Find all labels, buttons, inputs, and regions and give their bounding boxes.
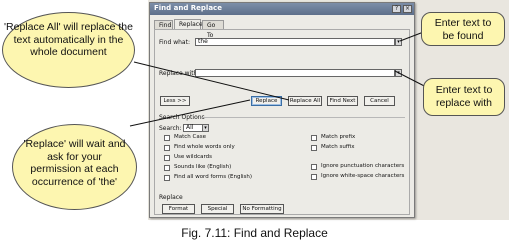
replace-with-callout: Enter text to replace with xyxy=(423,78,505,116)
replace-all-callout: 'Replace All' will replace the text auto… xyxy=(2,12,135,88)
replace-callout: 'Replace' will wait and ask for your per… xyxy=(12,124,137,210)
find-callout: Enter text to be found xyxy=(421,12,505,46)
figure-caption: Fig. 7.11: Find and Replace xyxy=(181,226,328,240)
